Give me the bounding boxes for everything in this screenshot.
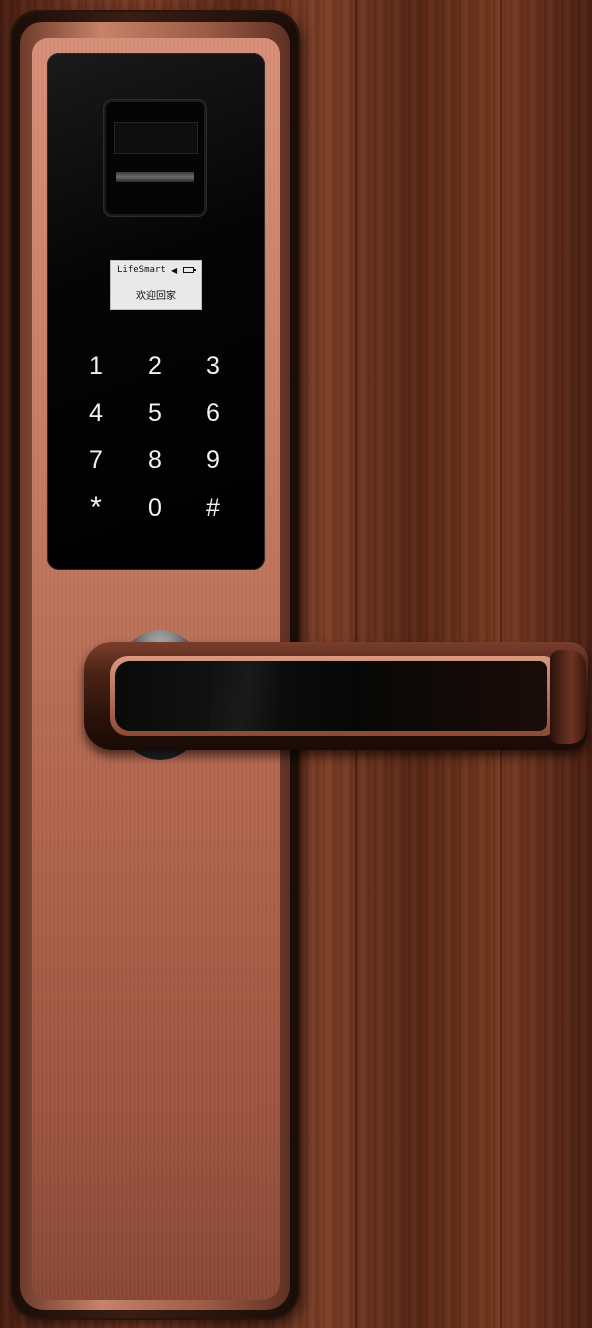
brand-label: LifeSmart [117,265,166,275]
sensor-window [114,122,198,154]
battery-icon [183,267,196,273]
handle-highlight [210,661,280,731]
key-4[interactable]: 4 [76,397,116,429]
handle-glass-inlay [115,661,547,731]
key-7[interactable]: 7 [76,444,116,476]
welcome-message: 欢迎回家 [136,291,176,302]
key-6[interactable]: 6 [193,397,233,429]
key-star[interactable]: * [76,492,116,524]
key-8[interactable]: 8 [135,444,175,476]
handle-end-cap [550,650,586,744]
key-5[interactable]: 5 [135,397,175,429]
key-2[interactable]: 2 [135,350,175,382]
fingerprint-slot[interactable] [116,172,194,182]
speaker-icon: ◀ [171,266,178,275]
key-hash[interactable]: # [193,492,233,524]
lock-display: LifeSmart ◀ 欢迎回家 [110,260,202,310]
key-1[interactable]: 1 [76,350,116,382]
key-3[interactable]: 3 [193,350,233,382]
fingerprint-sensor[interactable] [104,100,206,216]
key-0[interactable]: 0 [135,492,175,524]
key-9[interactable]: 9 [193,444,233,476]
